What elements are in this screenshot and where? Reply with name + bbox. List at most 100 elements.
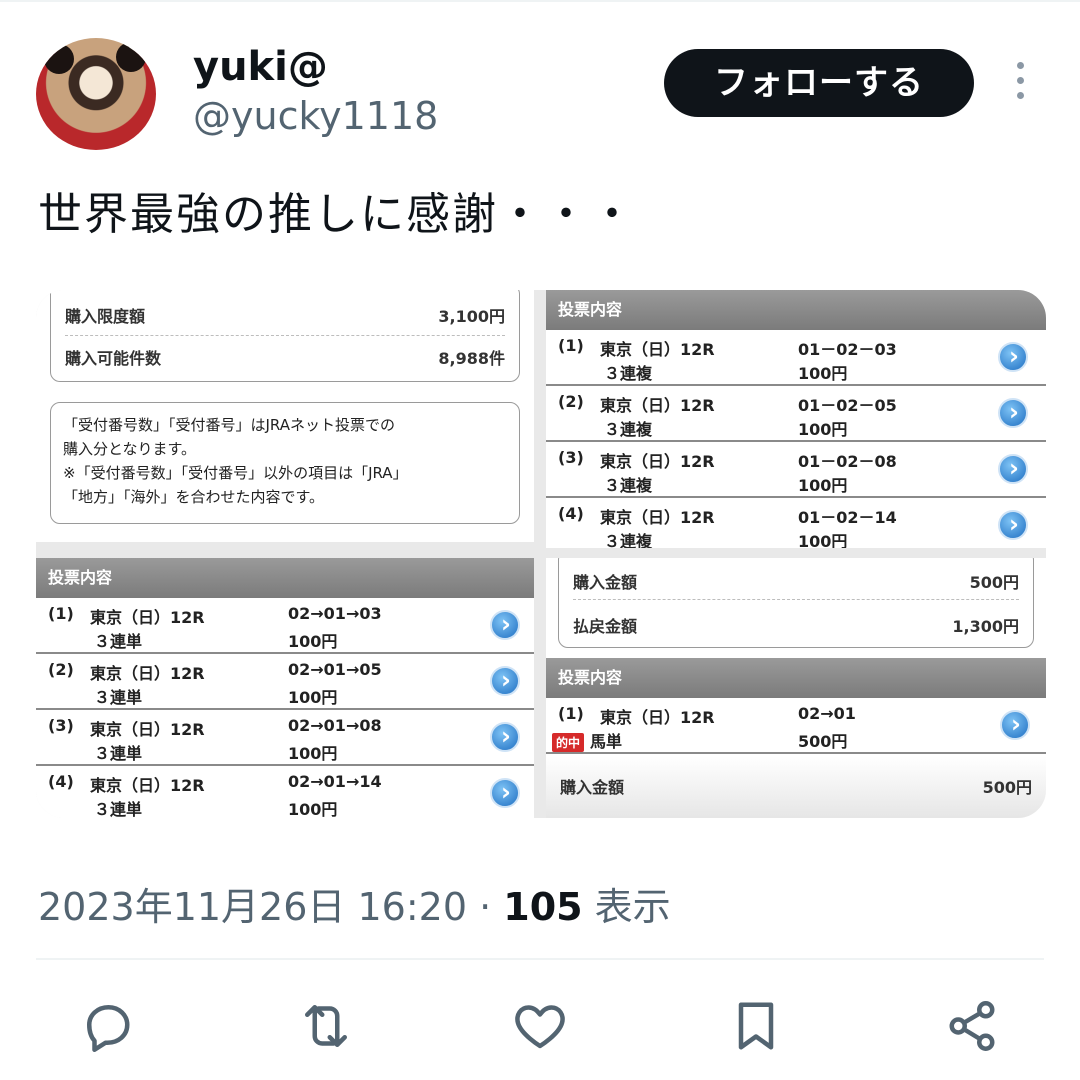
detail-arrow-icon[interactable] xyxy=(1000,710,1030,740)
bet-type-line: 的中 馬単 xyxy=(552,728,622,752)
purchase-label: 購入金額 xyxy=(573,573,638,592)
count-value: 8,988件 xyxy=(438,349,505,368)
bet-amount: 100円 xyxy=(288,800,338,818)
bet-race: 東京（日）12R xyxy=(90,720,205,739)
detail-arrow-icon[interactable] xyxy=(490,610,520,640)
tweet-timestamp[interactable]: 2023年11月26日 16:20 xyxy=(38,885,467,929)
limit-box: 購入限度額 3,100円 購入可能件数 8,988件 xyxy=(50,290,520,382)
detail-arrow-icon[interactable] xyxy=(490,666,520,696)
tweet-meta: 2023年11月26日 16:20 · 105 表示 xyxy=(38,876,671,931)
dashed-divider xyxy=(65,335,505,336)
media-panel-trifecta[interactable]: 投票内容 (1) 東京（日）12R ３連単 02→01→03 100円 (2) … xyxy=(36,558,534,818)
bet-amount: 100円 xyxy=(288,744,338,763)
bet-race: 東京（日）12R xyxy=(600,340,715,359)
count-label: 購入可能件数 xyxy=(65,349,162,368)
payout-value: 1,300円 xyxy=(952,617,1019,636)
bet-combo: 01－02－14 xyxy=(798,508,897,527)
bet-no: (3) xyxy=(48,716,74,735)
bet-row: (4) 東京（日）12R ３連複 01－02－14 100円 xyxy=(546,498,1046,548)
more-options-icon[interactable] xyxy=(1008,62,1032,106)
detail-arrow-icon[interactable] xyxy=(998,398,1028,428)
bet-row: (3) 東京（日）12R ３連単 02→01→08 100円 xyxy=(36,710,534,766)
avatar-ear-left xyxy=(44,44,74,74)
bet-combo: 01－02－08 xyxy=(798,452,897,471)
bet-amount: 100円 xyxy=(798,364,848,383)
bet-no: (4) xyxy=(48,772,74,791)
meta-divider xyxy=(36,958,1044,960)
bet-no: (1) xyxy=(558,704,584,723)
purchase-value: 500円 xyxy=(969,573,1019,592)
bet-combo: 02→01 xyxy=(798,704,856,723)
bet-no: (1) xyxy=(48,604,74,623)
note-line: ※「受付番号数」「受付番号」以外の項目は「JRA」 xyxy=(63,464,408,482)
section-header: 投票内容 xyxy=(36,558,534,598)
bet-race: 東京（日）12R xyxy=(600,452,715,471)
detail-arrow-icon[interactable] xyxy=(998,510,1028,540)
bet-amount: 100円 xyxy=(798,532,848,548)
bet-row: (1) 東京（日）12R ３連単 02→01→03 100円 xyxy=(36,598,534,654)
bet-amount: 100円 xyxy=(798,420,848,439)
bet-combo: 02→01→14 xyxy=(288,772,382,791)
reply-icon[interactable] xyxy=(78,996,138,1056)
bet-combo: 02→01→05 xyxy=(288,660,382,679)
views-label: 表示 xyxy=(582,885,671,929)
total-value: 500円 xyxy=(982,778,1032,797)
note-line: 「地方」「海外」を合わせた内容です。 xyxy=(63,488,325,506)
bet-race: 東京（日）12R xyxy=(90,776,205,795)
retweet-icon[interactable] xyxy=(296,996,356,1056)
detail-arrow-icon[interactable] xyxy=(490,778,520,808)
bet-no: (1) xyxy=(558,336,584,355)
follow-button[interactable]: フォローする xyxy=(664,49,974,117)
detail-arrow-icon[interactable] xyxy=(998,454,1028,484)
bet-type: ３連複 xyxy=(604,420,653,439)
bookmark-icon[interactable] xyxy=(726,996,786,1056)
tweet-media[interactable]: 購入限度額 3,100円 購入可能件数 8,988件 「受付番号数」「受付番号」… xyxy=(36,290,1046,818)
dashed-divider xyxy=(573,599,1019,600)
payout-label: 払戻金額 xyxy=(573,617,638,636)
bet-type: ３連単 xyxy=(94,632,143,651)
note-box: 「受付番号数」「受付番号」はJRAネット投票での 購入分となります。 ※「受付番… xyxy=(50,402,520,524)
bet-combo: 01－02－05 xyxy=(798,396,897,415)
bet-no: (2) xyxy=(48,660,74,679)
bet-race: 東京（日）12R xyxy=(90,608,205,627)
bet-amount: 100円 xyxy=(288,688,338,707)
bet-combo: 02→01→03 xyxy=(288,604,382,623)
avatar[interactable] xyxy=(36,38,156,150)
views-count: 105 xyxy=(503,885,583,929)
section-header: 投票内容 xyxy=(546,658,1046,698)
note-line: 購入分となります。 xyxy=(63,440,197,458)
hit-badge: 的中 xyxy=(552,733,585,752)
media-panel-trio[interactable]: 投票内容 (1) 東京（日）12R ３連複 01－02－03 100円 (2) … xyxy=(546,290,1046,548)
bet-race: 東京（日）12R xyxy=(90,664,205,683)
media-panel-summary[interactable]: 購入限度額 3,100円 購入可能件数 8,988件 「受付番号数」「受付番号」… xyxy=(36,290,534,542)
bet-race: 東京（日）12R xyxy=(600,708,715,727)
bet-type: ３連複 xyxy=(604,532,653,548)
bet-combo: 01－02－03 xyxy=(798,340,897,359)
total-row: 購入金額 500円 xyxy=(546,756,1046,818)
display-name[interactable]: yuki@ xyxy=(193,44,328,90)
bet-type: ３連複 xyxy=(604,364,653,383)
detail-arrow-icon[interactable] xyxy=(998,342,1028,372)
total-label: 購入金額 xyxy=(560,778,625,797)
bet-amount: 100円 xyxy=(288,632,338,651)
bet-row: (4) 東京（日）12R ３連単 02→01→14 100円 xyxy=(36,766,534,818)
share-icon[interactable] xyxy=(942,996,1002,1056)
bet-row: (3) 東京（日）12R ３連複 01－02－08 100円 xyxy=(546,442,1046,498)
bet-amount: 500円 xyxy=(798,732,848,751)
meta-separator: · xyxy=(467,885,504,929)
bet-type: 馬単 xyxy=(590,732,623,751)
bet-no: (3) xyxy=(558,448,584,467)
bet-type: ３連単 xyxy=(94,800,143,818)
like-icon[interactable] xyxy=(510,996,570,1056)
bet-no: (4) xyxy=(558,504,584,523)
avatar-ear-right xyxy=(116,42,146,72)
media-panel-exacta-hit[interactable]: 購入金額 500円 払戻金額 1,300円 投票内容 (1) 東京（日）12R … xyxy=(546,558,1046,818)
payout-box: 購入金額 500円 払戻金額 1,300円 xyxy=(558,558,1034,648)
bet-type: ３連単 xyxy=(94,688,143,707)
detail-arrow-icon[interactable] xyxy=(490,722,520,752)
user-handle[interactable]: @yucky1118 xyxy=(193,94,438,138)
top-divider xyxy=(0,0,1080,2)
bet-amount: 100円 xyxy=(798,476,848,495)
bet-race: 東京（日）12R xyxy=(600,508,715,527)
bet-row: (1) 東京（日）12R 的中 馬単 02→01 500円 xyxy=(546,698,1046,754)
